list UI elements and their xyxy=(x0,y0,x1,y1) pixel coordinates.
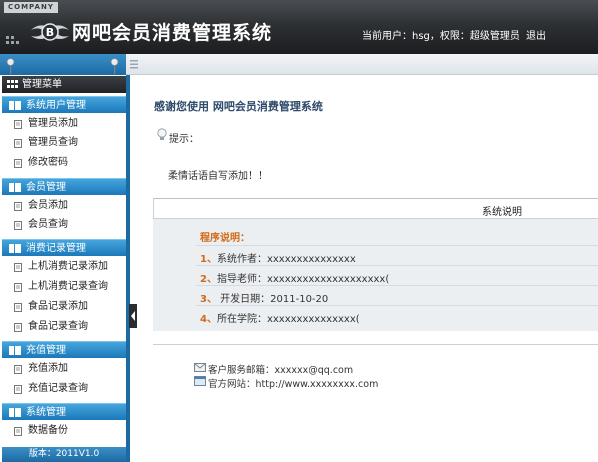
sidebar-group-system-users[interactable]: 系统用户管理 xyxy=(2,96,126,113)
document-icon xyxy=(14,221,22,230)
sidebar-item-label: 食品记录添加 xyxy=(28,301,88,312)
folder-icon xyxy=(9,183,21,192)
sidebar-item-change-password[interactable]: 修改密码 xyxy=(12,155,68,171)
folder-icon xyxy=(9,346,21,355)
sidebar-item-member-add[interactable]: 会员添加 xyxy=(12,198,68,214)
sidebar-item-label: 食品记录查询 xyxy=(28,321,88,332)
document-icon xyxy=(14,323,22,332)
sidebar-item-label: 管理员添加 xyxy=(28,118,78,129)
contact-email: 客户服务邮箱：xxxxxx@qq.com xyxy=(208,365,354,376)
sidebar-item-food-query[interactable]: 食品记录查询 xyxy=(12,319,88,335)
folder-icon xyxy=(9,244,21,253)
sidebar-item-online-add[interactable]: 上机消费记录添加 xyxy=(12,259,108,275)
sidebar-group-label: 系统管理 xyxy=(26,407,66,418)
version-footer: 版本：2011V1.0 xyxy=(2,447,126,462)
folder-icon xyxy=(9,408,21,417)
company-tag: COMPANY xyxy=(4,2,58,13)
divider xyxy=(196,265,598,266)
sidebar-item-admin-query[interactable]: 管理员查询 xyxy=(12,135,78,151)
folder-icon xyxy=(9,101,21,110)
contact-website[interactable]: 官方网站：http://www.xxxxxxxx.com xyxy=(208,376,378,390)
row-text: 指导老师：xxxxxxxxxxxxxxxxxxxx( xyxy=(216,274,390,285)
document-icon xyxy=(14,365,22,374)
document-icon xyxy=(14,385,22,394)
sidebar-item-label: 会员添加 xyxy=(28,200,68,211)
sidebar-group-recharge[interactable]: 充值管理 xyxy=(2,341,126,358)
welcome-heading: 感谢您使用 网吧会员消费管理系统 xyxy=(154,100,323,113)
sidebar-top-bar xyxy=(0,54,126,75)
chevron-left-icon xyxy=(131,311,135,321)
content-top-bar xyxy=(126,54,598,75)
sidebar-item-recharge-add[interactable]: 充值添加 xyxy=(12,361,68,377)
sidebar-item-food-add[interactable]: 食品记录添加 xyxy=(12,299,88,315)
sidebar-group-label: 会员管理 xyxy=(26,182,66,193)
app-title: 网吧会员消费管理系统 xyxy=(72,22,273,44)
divider xyxy=(153,344,598,345)
sidebar-item-data-backup[interactable]: 数据备份 xyxy=(12,423,68,439)
sidebar-item-label: 上机消费记录查询 xyxy=(28,281,108,292)
document-icon xyxy=(14,303,22,312)
program-notes-title: 程序说明： xyxy=(200,233,250,244)
sidebar-item-recharge-query[interactable]: 充值记录查询 xyxy=(12,381,88,397)
sidebar-item-label: 上机消费记录添加 xyxy=(28,261,108,272)
divider xyxy=(196,285,598,286)
header: COMPANY B 网吧会员消费管理系统 当前用户：hsg，权限：超级管理员 退… xyxy=(0,0,598,54)
divider xyxy=(196,305,598,306)
row-text: 系统作者：xxxxxxxxxxxxxxx xyxy=(216,254,356,265)
pin-icon xyxy=(6,58,15,74)
website-icon xyxy=(194,376,206,386)
document-icon xyxy=(14,427,22,436)
document-icon xyxy=(14,159,22,168)
sidebar-item-label: 充值记录查询 xyxy=(28,383,88,394)
sidebar-group-consumption[interactable]: 消费记录管理 xyxy=(2,239,126,256)
panel-header-title: 系统说明 xyxy=(482,207,522,218)
logout-link[interactable]: 退出 xyxy=(526,27,546,42)
sidebar-item-member-query[interactable]: 会员查询 xyxy=(12,217,68,233)
sidebar-item-label: 数据备份 xyxy=(28,425,68,436)
document-icon xyxy=(14,120,22,129)
sidebar-collapse-handle[interactable] xyxy=(129,304,137,328)
row-text: 所在学院：xxxxxxxxxxxxxxx( xyxy=(216,314,360,325)
info-row-author: 1、系统作者：xxxxxxxxxxxxxxx xyxy=(200,250,356,265)
sidebar-item-label: 修改密码 xyxy=(28,157,68,168)
sidebar-group-label: 消费记录管理 xyxy=(26,243,86,254)
sidebar-item-admin-add[interactable]: 管理员添加 xyxy=(12,116,78,132)
mail-icon xyxy=(194,363,206,372)
row-number: 1、 xyxy=(200,254,217,265)
menu-list-icon xyxy=(7,80,18,88)
info-row-date: 3、 开发日期：2011-10-20 xyxy=(200,290,328,305)
sidebar-group-members[interactable]: 会员管理 xyxy=(2,178,126,195)
grid-icon xyxy=(6,36,19,44)
sidebar-group-label: 充值管理 xyxy=(26,345,66,356)
row-number: 4、 xyxy=(200,314,217,325)
row-number: 3、 xyxy=(200,294,217,305)
current-user-info: 当前用户：hsg，权限：超级管理员 xyxy=(362,31,520,42)
info-row-college: 4、所在学院：xxxxxxxxxxxxxxx( xyxy=(200,310,360,325)
info-row-teacher: 2、指导老师：xxxxxxxxxxxxxxxxxxxx( xyxy=(200,270,389,285)
sidebar-item-label: 充值添加 xyxy=(28,363,68,374)
document-icon xyxy=(14,263,22,272)
svg-text:B: B xyxy=(46,26,54,39)
divider xyxy=(196,245,598,246)
sidebar-item-online-query[interactable]: 上机消费记录查询 xyxy=(12,279,108,295)
menu-title: 管理菜单 xyxy=(2,76,126,93)
tip-label: 提示： xyxy=(169,134,199,145)
document-icon xyxy=(14,139,22,148)
pin-icon xyxy=(110,58,119,74)
row-number: 2、 xyxy=(200,274,217,285)
row-text: 开发日期：2011-10-20 xyxy=(216,294,329,305)
tip-bulb-icon xyxy=(157,128,167,140)
document-icon xyxy=(14,283,22,292)
greeting-text: 柔情话语自写添加！！ xyxy=(168,171,268,182)
grip-icon xyxy=(130,60,138,69)
sidebar-group-label: 系统用户管理 xyxy=(26,100,86,111)
panel-header xyxy=(153,198,598,219)
document-icon xyxy=(14,202,22,211)
menu-title-label: 管理菜单 xyxy=(22,79,62,90)
app-window: COMPANY B 网吧会员消费管理系统 当前用户：hsg，权限：超级管理员 退… xyxy=(0,0,598,462)
sidebar-group-system[interactable]: 系统管理 xyxy=(2,403,126,420)
bentley-logo-icon: B xyxy=(31,23,69,41)
sidebar-item-label: 管理员查询 xyxy=(28,137,78,148)
sidebar-item-label: 会员查询 xyxy=(28,219,68,230)
